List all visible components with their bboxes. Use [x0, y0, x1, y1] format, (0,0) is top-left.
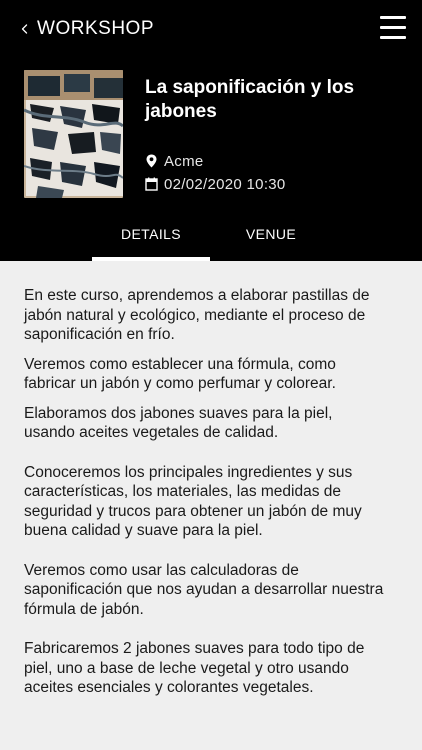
tab-venue[interactable]: VENUE: [212, 214, 330, 261]
location-text: Acme: [164, 152, 204, 170]
back-button[interactable]: WORKSHOP: [16, 14, 154, 44]
tab-details[interactable]: DETAILS: [92, 214, 210, 261]
details-paragraph: Veremos como usar las calculadoras de sa…: [24, 561, 384, 618]
details-paragraph: Veremos como establecer una fórmula, com…: [24, 355, 336, 393]
event-date: 02/02/2020 10:30: [145, 174, 286, 194]
chevron-left-icon[interactable]: [20, 18, 29, 40]
hamburger-menu-icon[interactable]: [380, 16, 406, 42]
details-content: En este curso, aprendemos a elaborar pas…: [24, 286, 386, 698]
page-title: WORKSHOP: [37, 18, 154, 39]
details-paragraph: En este curso, aprendemos a elaborar pas…: [24, 287, 370, 343]
event-thumbnail: [24, 70, 123, 198]
event-location: Acme: [145, 151, 204, 171]
tab-bar: DETAILS VENUE: [0, 214, 422, 261]
calendar-icon: [145, 177, 158, 191]
event-header: WORKSHOP La saponificación y los jabones…: [0, 0, 422, 261]
event-title: La saponificación y los jabones: [145, 77, 355, 122]
details-paragraph: Elaboramos dos jabones suaves para la pi…: [24, 404, 333, 442]
details-paragraph: Conoceremos los principales ingredientes…: [24, 463, 362, 540]
location-pin-icon: [146, 154, 157, 168]
top-bar: WORKSHOP: [0, 0, 422, 58]
date-text: 02/02/2020 10:30: [164, 175, 286, 193]
active-tab-indicator: [92, 257, 210, 261]
soap-image: [24, 70, 123, 198]
details-paragraph: Fabricaremos 2 jabones suaves para todo …: [24, 640, 365, 696]
